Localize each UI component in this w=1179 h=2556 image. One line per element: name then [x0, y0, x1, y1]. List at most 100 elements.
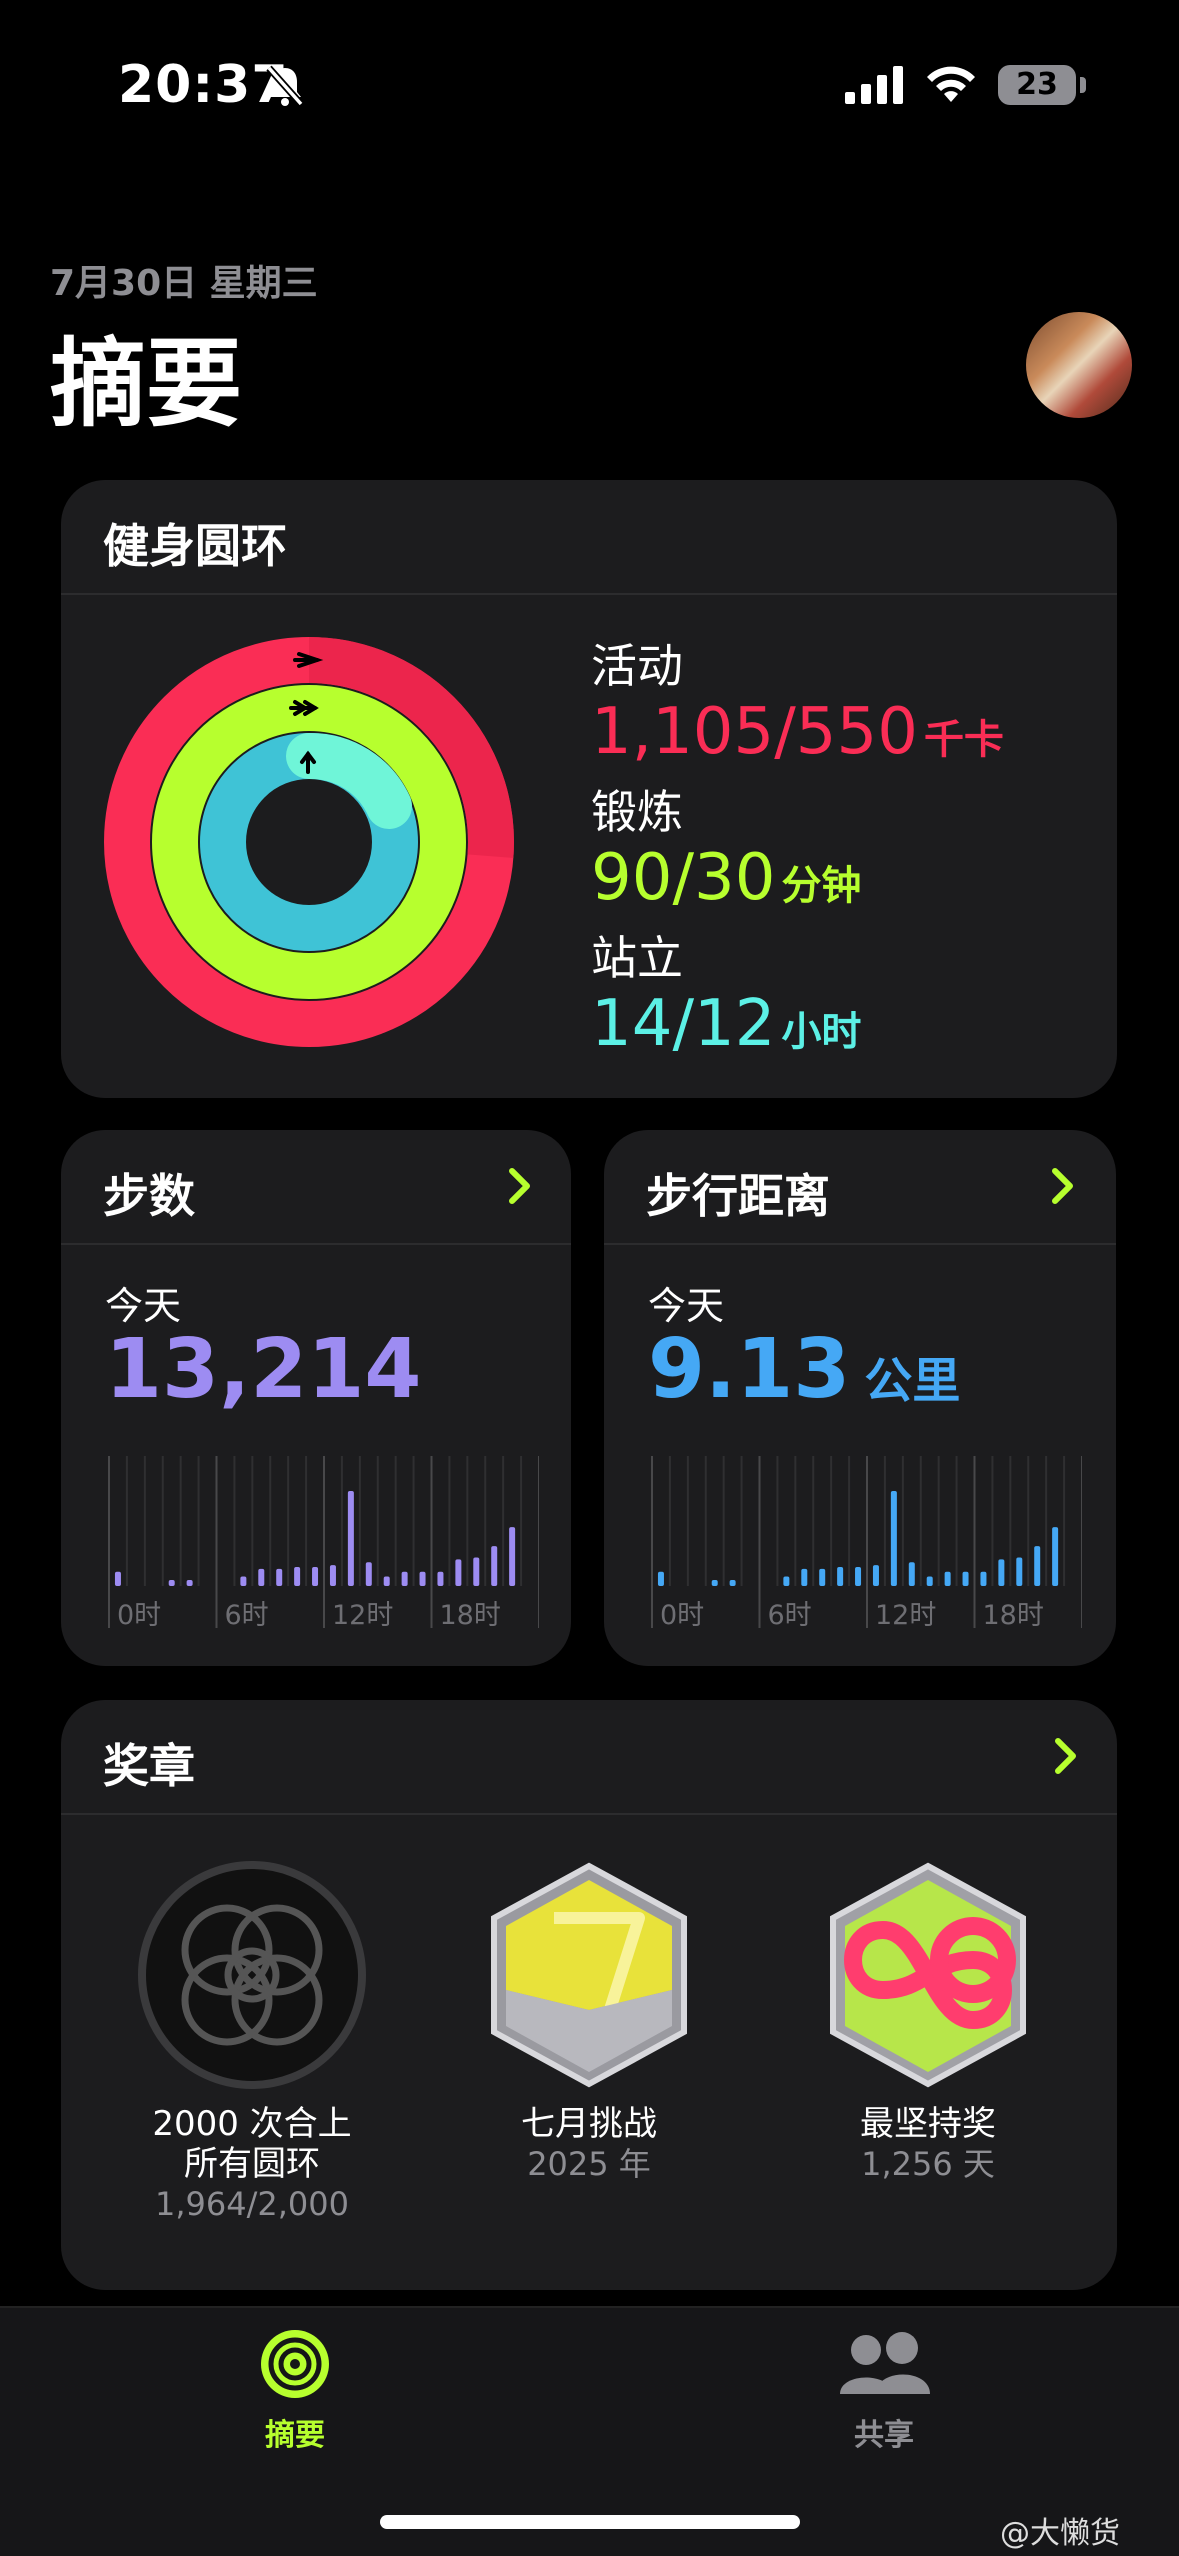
- stand-unit: 小时: [781, 1009, 862, 1055]
- chart-bar: [419, 1571, 426, 1586]
- chart-bar: [186, 1580, 193, 1586]
- chart-bar: [383, 1576, 390, 1586]
- chevron-right-icon[interactable]: [1050, 1166, 1076, 1206]
- steps-card[interactable]: 步数 今天 13,214 0时 6时 12时 18时: [61, 1130, 571, 1666]
- award-progress: 1,964/2,000: [155, 2185, 349, 2223]
- chart-bar: [962, 1571, 969, 1586]
- award-name: 2000 次合上: [152, 2104, 352, 2144]
- chevron-right-icon[interactable]: [1053, 1736, 1079, 1776]
- silent-bell-icon: [266, 65, 304, 107]
- chart-bar: [365, 1562, 372, 1586]
- chart-axis-label: 18时: [440, 1600, 501, 1631]
- chart-axis-label: 12时: [332, 1600, 393, 1631]
- card-title: 健身圆环: [103, 519, 287, 573]
- chart-axis-label: 12时: [875, 1600, 936, 1631]
- activity-rings-tab-icon: [261, 2330, 329, 2398]
- award-name: 七月挑战: [521, 2104, 657, 2144]
- chart-bar: [491, 1546, 498, 1586]
- chart-bar: [783, 1576, 790, 1586]
- chart-bar: [711, 1580, 718, 1586]
- distance-value: 9.13: [648, 1322, 851, 1417]
- chart-bar: [473, 1557, 480, 1586]
- exercise-value: 90/30: [591, 841, 776, 915]
- chart-axis-label: 0时: [660, 1600, 704, 1631]
- activity-rings-graphic: [104, 637, 514, 1047]
- activity-rings-card[interactable]: 健身圆环 活动 1,105/550 千卡 锻炼 90/30 分钟 站立 14/1…: [61, 480, 1117, 1098]
- battery-tip: [1080, 77, 1086, 93]
- watermark-text: @大懒货: [1000, 2516, 1120, 2551]
- date-label: 7月30日 星期三: [50, 263, 318, 304]
- home-indicator[interactable]: [380, 2515, 800, 2529]
- awards-card[interactable]: 奖章 2000 次合上 所有圆环 1,964/2,000 七月挑战 2025 年…: [61, 1700, 1117, 2290]
- stand-metric: 站立 14/12 小时: [591, 922, 861, 1068]
- tab-label: 共享: [854, 2418, 914, 2453]
- tab-sharing[interactable]: 共享: [784, 2328, 984, 2454]
- chart-bar: [258, 1568, 265, 1586]
- chart-bar: [819, 1568, 826, 1586]
- chart-bar: [347, 1491, 354, 1586]
- people-icon: [840, 2332, 930, 2394]
- streak-badge-icon: [830, 1862, 1026, 2088]
- card-title: 步行距离: [646, 1169, 830, 1223]
- chart-bar: [168, 1580, 175, 1586]
- cellular-signal-icon: [845, 66, 903, 104]
- wifi-icon: [927, 66, 975, 102]
- chevron-right-icon[interactable]: [507, 1166, 533, 1206]
- status-bar: 20:37 23: [0, 0, 1179, 170]
- steps-hourly-chart: 0时 6时 12时 18时: [108, 1456, 539, 1631]
- move-value: 1,105/550: [591, 695, 918, 769]
- chart-bar: [729, 1580, 736, 1586]
- chart-bar: [312, 1567, 319, 1586]
- award-name: 最坚持奖: [860, 2104, 996, 2144]
- distance-hourly-chart: 0时 6时 12时 18时: [651, 1456, 1082, 1631]
- award-name-line2: 所有圆环: [184, 2144, 320, 2184]
- exercise-metric: 锻炼 90/30 分钟: [591, 776, 861, 922]
- exercise-unit: 分钟: [781, 863, 862, 909]
- award-subtitle: 1,256 天: [861, 2145, 995, 2183]
- profile-avatar[interactable]: [1026, 312, 1132, 418]
- july-challenge-badge-icon: [491, 1862, 687, 2088]
- status-time: 20:37: [118, 55, 289, 115]
- stand-value: 14/12: [591, 987, 776, 1061]
- stand-label: 站立: [591, 931, 683, 985]
- chart-bar: [276, 1568, 283, 1586]
- award-subtitle: 2025 年: [527, 2145, 651, 2183]
- tab-summary[interactable]: 摘要: [195, 2328, 395, 2454]
- card-title: 步数: [103, 1169, 195, 1223]
- chart-bar: [908, 1562, 915, 1586]
- card-header: 步数: [61, 1130, 571, 1245]
- award-july-challenge[interactable]: 七月挑战 2025 年: [439, 1860, 739, 2184]
- chart-bar: [401, 1571, 408, 1586]
- chart-bar: [1052, 1527, 1059, 1586]
- tab-label: 摘要: [265, 2418, 325, 2453]
- chart-bar: [114, 1571, 121, 1586]
- move-unit: 千卡: [923, 717, 1004, 763]
- award-2000-rings[interactable]: 2000 次合上 所有圆环 1,964/2,000: [102, 1860, 402, 2224]
- chart-axis-label: 6时: [225, 1600, 269, 1631]
- chart-bar: [801, 1568, 808, 1586]
- move-metric: 活动 1,105/550 千卡: [591, 630, 1004, 776]
- card-title: 奖章: [103, 1739, 195, 1793]
- chart-axis-label: 0时: [117, 1600, 161, 1631]
- chart-bar: [1034, 1546, 1041, 1586]
- exercise-label: 锻炼: [591, 785, 683, 839]
- card-header: 步行距离: [604, 1130, 1116, 1245]
- move-value-row: 1,105/550 千卡: [591, 696, 1004, 776]
- chart-bar: [455, 1559, 462, 1586]
- chart-bar: [294, 1567, 301, 1586]
- move-label: 活动: [591, 639, 683, 693]
- chart-bar: [980, 1571, 987, 1586]
- chart-bar: [240, 1576, 247, 1586]
- chart-axis-label: 6时: [768, 1600, 812, 1631]
- award-streak[interactable]: 最坚持奖 1,256 天: [778, 1860, 1078, 2184]
- card-header: 奖章: [61, 1700, 1117, 1815]
- chart-bar: [837, 1567, 844, 1586]
- distance-value-row: 9.13 公里: [648, 1322, 960, 1417]
- walking-distance-card[interactable]: 步行距离 今天 9.13 公里 0时 6时 12时 18时: [604, 1130, 1116, 1666]
- exercise-value-row: 90/30 分钟: [591, 842, 861, 922]
- 2000-rings-badge-icon: [138, 1861, 366, 2089]
- chart-bar: [944, 1571, 951, 1586]
- battery-indicator: 23: [998, 65, 1076, 105]
- chart-bar: [890, 1491, 897, 1586]
- chart-bar: [437, 1571, 444, 1586]
